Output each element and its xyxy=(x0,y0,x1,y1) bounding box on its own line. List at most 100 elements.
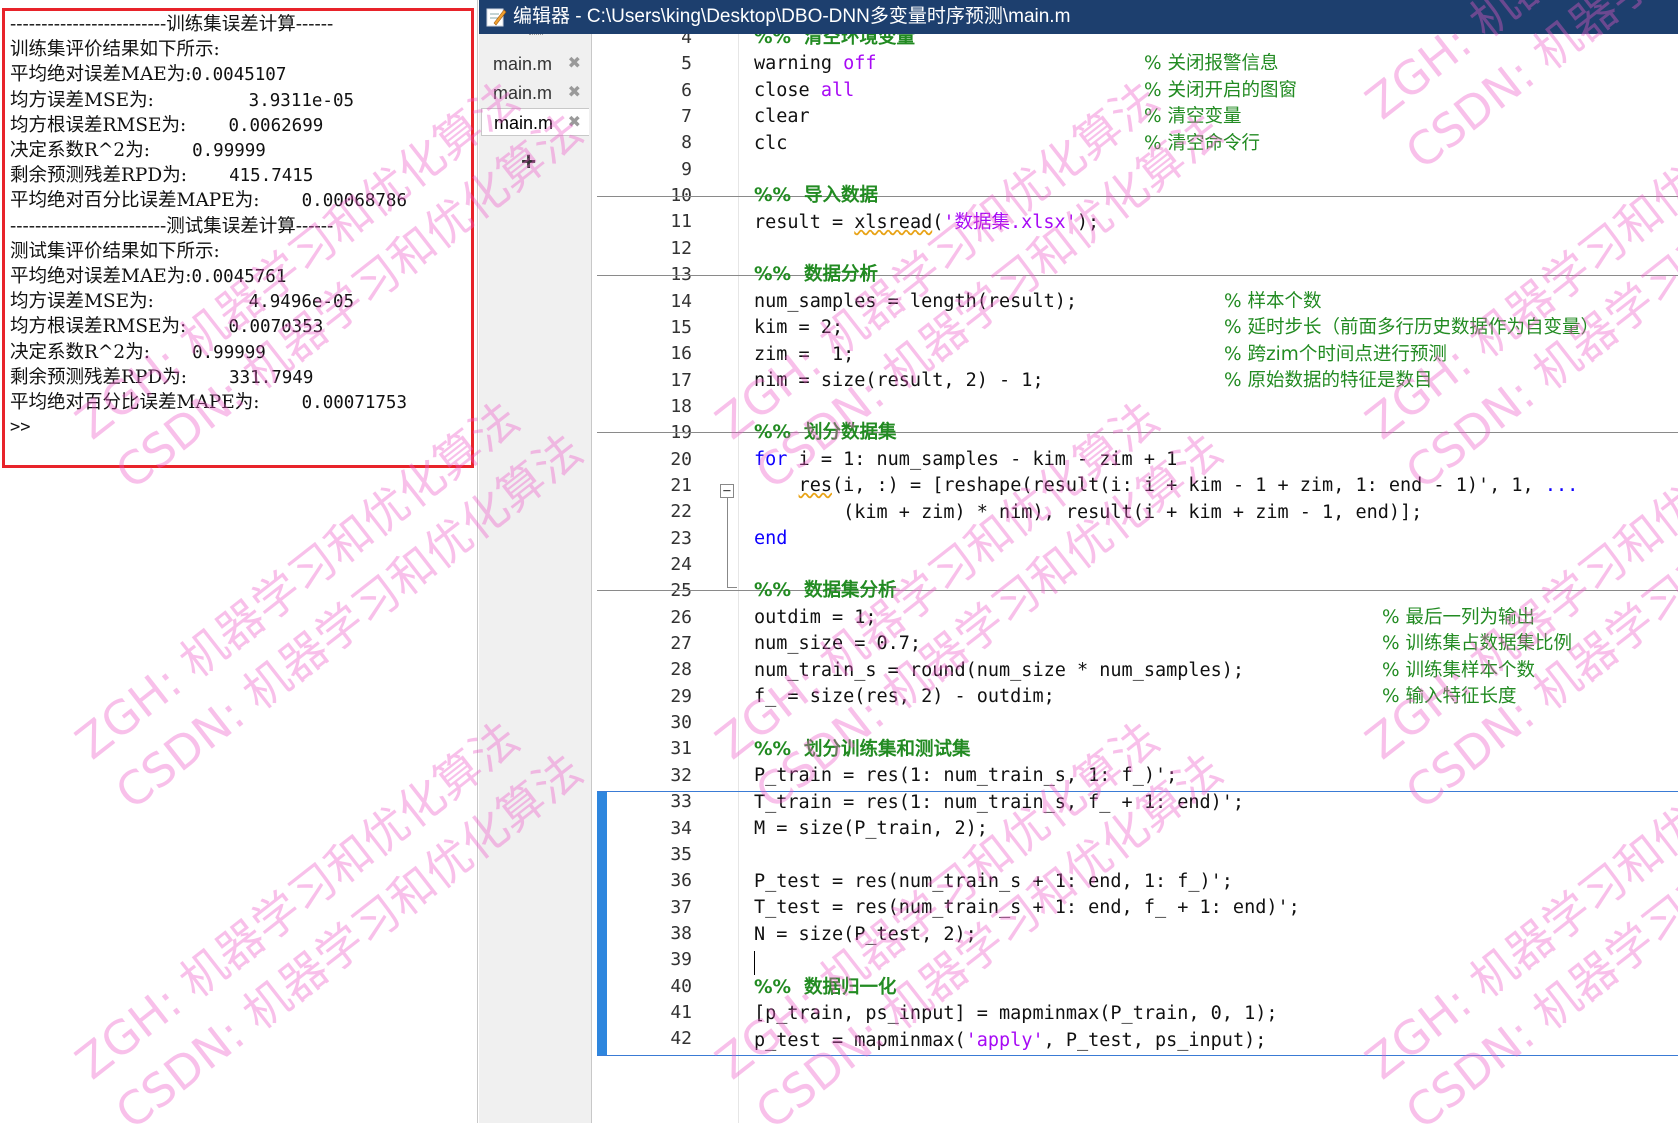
editor-title: 编辑器 - C:\Users\king\Desktop\DBO-DNN多变量时序… xyxy=(513,6,1071,27)
code-comment: % 样本个数 xyxy=(1224,291,1322,312)
cell-title: %% 数据集分析 xyxy=(754,580,897,601)
code-comment: % 跨zim个时间点进行预测 xyxy=(1224,344,1447,365)
code-line-34: M = size(P_train, 2); xyxy=(754,818,988,839)
close-icon[interactable]: ✖ xyxy=(568,50,581,78)
file-tab-label: main.m xyxy=(494,113,554,133)
code-comment: % 最后一列为输出 xyxy=(1382,607,1535,628)
line-number: 18 xyxy=(670,395,692,417)
code-comment: % 训练集样本个数 xyxy=(1382,660,1535,681)
file-tab-3[interactable]: main.m ✖ xyxy=(481,108,589,136)
line-number: 6 xyxy=(681,79,692,101)
fold-gutter: − xyxy=(712,34,739,1123)
highlight-box xyxy=(2,8,474,468)
code-line-31: %% 划分训练集和测试集 xyxy=(754,736,970,764)
command-prompt[interactable]: >> xyxy=(10,414,30,440)
code-line-38: N = size(P_test, 2); xyxy=(754,924,977,945)
code-line-32: P_train = res(1: num_train_s, 1: f_)'; xyxy=(754,765,1178,786)
code-text: warning xyxy=(754,53,844,74)
code-text: result = xyxy=(754,212,855,233)
code-line-26: outdim = 1; xyxy=(754,607,877,628)
line-number: 17 xyxy=(670,369,692,391)
code-string: 'apply' xyxy=(965,1030,1044,1051)
line-number: 39 xyxy=(670,949,692,971)
code-line-41: [p_train, ps_input] = mapminmax(P_train,… xyxy=(754,1003,1278,1024)
warning-squiggle[interactable]: res xyxy=(799,475,832,496)
close-icon[interactable]: ✖ xyxy=(568,79,581,107)
line-number: 19 xyxy=(670,422,692,444)
code-line-22: (kim + zim) * nim), result(i + kim + zim… xyxy=(754,502,1423,523)
warning-squiggle[interactable]: xlsread xyxy=(854,212,932,233)
code-line-25: %% 数据集分析 xyxy=(754,577,896,605)
line-number: 42 xyxy=(670,1028,692,1050)
code-comment: % 训练集占数据集比例 xyxy=(1382,633,1572,654)
line-number: 5 xyxy=(681,53,692,75)
code-line-16: zim = 1; xyxy=(754,344,855,365)
code-line-6: close all xyxy=(754,77,854,105)
file-tab-1[interactable]: main.m ✖ xyxy=(481,50,589,78)
code-comment: % 输入特征长度 xyxy=(1382,686,1517,707)
line-number: 15 xyxy=(670,316,692,338)
cell-title: %% 清空环境变量 xyxy=(754,34,915,48)
line-number: 32 xyxy=(670,764,692,786)
code-line-15: kim = 2; xyxy=(754,317,844,338)
line-number: 23 xyxy=(670,527,692,549)
code-line-20: for i = 1: num_samples - kim - zim + 1 xyxy=(754,446,1177,474)
code-keyword: end xyxy=(754,528,788,549)
code-line-36: P_test = res(num_train_s + 1: end, 1: f_… xyxy=(754,871,1233,892)
file-tab-label: main.m xyxy=(493,54,553,74)
cell-title: %% 数据归一化 xyxy=(754,977,897,998)
line-number: 31 xyxy=(670,738,692,760)
code-line-14: num_samples = length(result); xyxy=(754,291,1078,312)
code-text: (i, :) = [reshape(result(i: i + kim - 1 … xyxy=(831,475,1545,496)
editor-icon xyxy=(486,8,507,27)
line-number: 8 xyxy=(681,132,692,154)
line-number: 20 xyxy=(670,448,692,470)
fold-guide-end xyxy=(727,587,737,588)
code-line-28: num_train_s = round(num_size * num_sampl… xyxy=(754,660,1245,681)
code-line-7: clear xyxy=(754,106,810,127)
collapse-icon[interactable]: − xyxy=(720,484,734,498)
command-window[interactable]: -------------------------训练集误差计算------ 训练… xyxy=(0,0,478,1123)
code-line-11: result = xlsread('数据集.xlsx'); xyxy=(754,209,1099,237)
code-string: off xyxy=(843,53,877,74)
code-text: ); xyxy=(1076,212,1100,233)
line-number: 33 xyxy=(670,791,692,813)
line-number: 16 xyxy=(670,343,692,365)
line-number: 12 xyxy=(670,237,692,259)
code-comment: % 关闭开启的图窗 xyxy=(1144,80,1297,101)
line-number: 24 xyxy=(670,554,692,575)
add-tab-button[interactable]: + xyxy=(521,146,536,177)
line-number: 37 xyxy=(670,896,692,918)
code-comment: % 清空命令行 xyxy=(1144,133,1260,154)
line-number: 28 xyxy=(670,659,692,681)
file-tab-2[interactable]: main.m ✖ xyxy=(481,79,589,107)
line-number: 41 xyxy=(670,1001,692,1023)
code-comment: % 关闭报警信息 xyxy=(1144,53,1279,74)
cell-title: %% 划分训练集和测试集 xyxy=(754,739,971,760)
close-icon[interactable]: ✖ xyxy=(568,109,581,137)
code-line-40: %% 数据归一化 xyxy=(754,974,896,1002)
text-cursor xyxy=(754,951,755,975)
editor-window: 编辑器 - C:\Users\king\Desktop\DBO-DNN多变量时序… xyxy=(479,0,1678,1123)
code-text: ( xyxy=(932,212,944,233)
line-number: 4 xyxy=(681,34,692,48)
code-line-29: f_ = size(res, 2) - outdim; xyxy=(754,686,1055,707)
editor-titlebar: 编辑器 - C:\Users\king\Desktop\DBO-DNN多变量时序… xyxy=(479,0,1678,34)
line-number: 38 xyxy=(670,922,692,944)
code-line-8: clc xyxy=(754,133,788,154)
code-keyword: ... xyxy=(1544,475,1579,496)
line-number: 9 xyxy=(681,158,692,180)
line-number: 14 xyxy=(670,290,692,312)
code-pane[interactable]: 4 5 6 7 8 9 10 11 12 13 14 15 16 17 18 19 20 21 22 23 24 25 26… xyxy=(592,34,1678,1123)
code-line-42: p_test = mapminmax('apply', P_test, ps_i… xyxy=(754,1027,1266,1055)
code-keyword: for xyxy=(754,449,788,470)
code-line-17: nim = size(result, 2) - 1; xyxy=(754,370,1044,391)
drag-grip[interactable] xyxy=(529,34,543,39)
line-number: 30 xyxy=(670,712,692,734)
code-line-23: end xyxy=(754,525,787,553)
line-number: 36 xyxy=(670,870,692,892)
cell-title: %% 导入数据 xyxy=(754,185,878,206)
line-number-gutter: 4 5 6 7 8 9 10 11 12 13 14 15 16 17 18 19 20 21 22 23 24 25 26… xyxy=(592,34,712,1123)
line-number: 25 xyxy=(670,580,692,602)
code-line-37: T_test = res(num_train_s + 1: end, f_ + … xyxy=(754,897,1300,918)
